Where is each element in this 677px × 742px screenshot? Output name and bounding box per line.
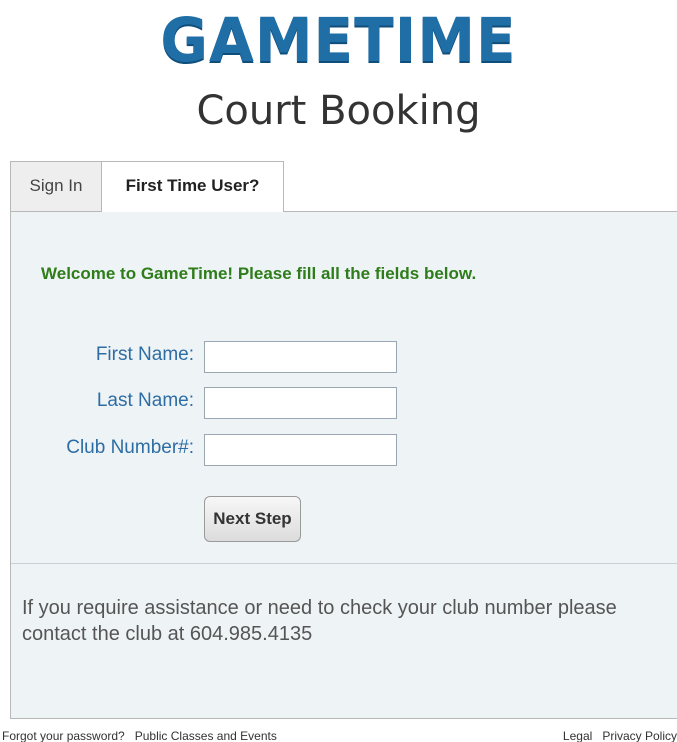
- last-name-input[interactable]: [204, 387, 397, 419]
- welcome-message: Welcome to GameTime! Please fill all the…: [41, 264, 477, 283]
- registration-panel: Welcome to GameTime! Please fill all the…: [10, 211, 677, 719]
- last-name-row: Last Name:: [11, 387, 677, 419]
- club-number-row: Club Number#:: [11, 434, 677, 466]
- legal-link[interactable]: Legal: [563, 729, 592, 742]
- first-name-row: First Name:: [11, 341, 677, 373]
- logo: GAMETIME: [0, 4, 677, 76]
- page: GAMETIME Court Booking Sign In First Tim…: [0, 0, 677, 742]
- footer-left-links: Forgot your password? Public Classes and…: [2, 729, 277, 742]
- assistance-text: If you require assistance or need to che…: [22, 597, 617, 645]
- first-name-label: First Name:: [95, 344, 194, 365]
- tab-sign-in[interactable]: Sign In: [10, 161, 102, 211]
- privacy-policy-link[interactable]: Privacy Policy: [602, 729, 677, 742]
- logo-text: GAMETIME: [160, 4, 517, 76]
- last-name-label: Last Name:: [96, 390, 194, 411]
- forgot-password-link[interactable]: Forgot your password?: [2, 729, 125, 742]
- next-step-button[interactable]: Next Step: [204, 496, 301, 542]
- public-classes-link[interactable]: Public Classes and Events: [135, 729, 277, 742]
- footer-right-links: Legal Privacy Policy: [563, 729, 677, 742]
- divider: [11, 563, 677, 564]
- page-subtitle: Court Booking: [196, 88, 481, 134]
- first-name-input[interactable]: [204, 341, 397, 373]
- club-number-label: Club Number#:: [66, 437, 194, 458]
- club-number-input[interactable]: [204, 434, 397, 466]
- tab-first-time-user[interactable]: First Time User?: [101, 161, 284, 212]
